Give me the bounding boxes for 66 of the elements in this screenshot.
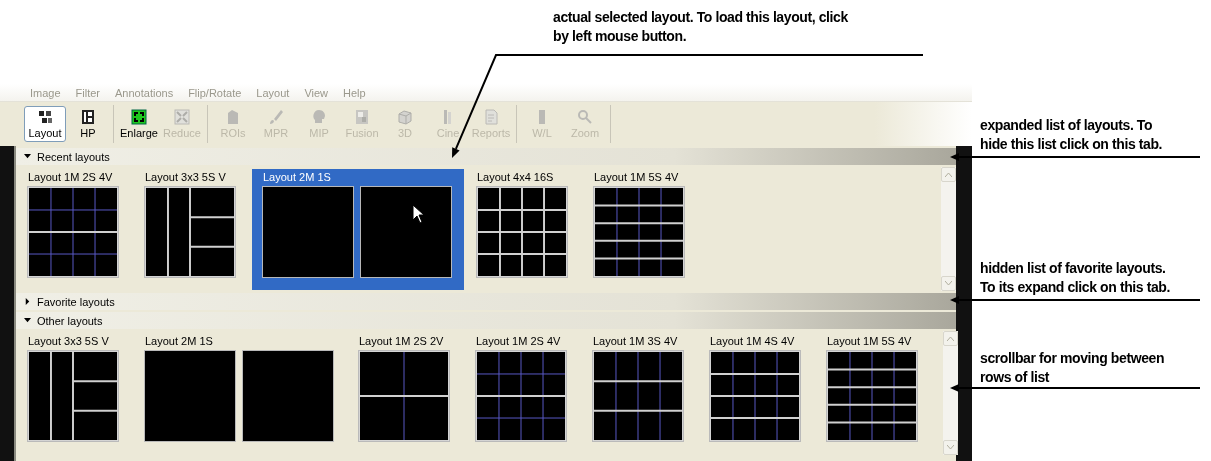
layout-name: Layout 2M 1S bbox=[263, 171, 332, 183]
layout-name: Layout 1M 3S 4V bbox=[593, 335, 679, 347]
menu-item[interactable]: Help bbox=[343, 86, 366, 99]
section-tab[interactable]: Other layouts bbox=[16, 312, 956, 329]
menu-item[interactable]: View bbox=[304, 86, 329, 99]
cursor-icon bbox=[412, 204, 426, 224]
menu-item[interactable]: Layout bbox=[256, 86, 290, 99]
layout-item[interactable]: Layout 2M 1S bbox=[252, 169, 464, 290]
layout-item[interactable]: Layout 3x3 5S V bbox=[27, 333, 135, 442]
layout-name: Layout 1M 5S 4V bbox=[827, 335, 913, 347]
layout-name: Layout 4x4 16S bbox=[477, 171, 555, 183]
reduce-icon bbox=[174, 109, 190, 125]
chevron-up-icon bbox=[947, 336, 954, 341]
layout-item[interactable]: Layout 4x4 16S bbox=[476, 169, 584, 278]
columns-icon bbox=[80, 109, 96, 125]
scrollbar[interactable] bbox=[943, 331, 958, 455]
layout-name: Layout 3x3 5S V bbox=[145, 171, 227, 183]
toolbar-button[interactable]: HP bbox=[67, 106, 109, 142]
layout-name: Layout 2M 1S bbox=[145, 335, 214, 347]
section-tab[interactable]: Recent layouts bbox=[16, 148, 956, 165]
layout-name: Layout 3x3 5S V bbox=[28, 335, 110, 347]
menu-item[interactable]: Flip/Rotate bbox=[188, 86, 242, 99]
shape-icon bbox=[225, 109, 241, 125]
chevron-up-icon bbox=[945, 172, 952, 177]
enlarge-icon bbox=[131, 109, 147, 125]
annotation-text: actual selected layout. To load this layout, click by left mouse button. bbox=[553, 8, 848, 46]
triangle-down-icon bbox=[24, 153, 31, 160]
section-tab[interactable]: Favorite layouts bbox=[16, 293, 956, 310]
layout-name: Layout 1M 2S 2V bbox=[359, 335, 445, 347]
layout-name: Layout 1M 4S 4V bbox=[710, 335, 796, 347]
triangle-right-icon bbox=[24, 298, 31, 305]
annotation-text: scrollbar for moving between rows of list bbox=[980, 349, 1165, 387]
layout-item[interactable]: Layout 1M 2S 4V bbox=[27, 169, 135, 278]
annotation-text: hidden list of favorite layouts. To its expand click on this tab. bbox=[980, 259, 1170, 297]
magnifier-icon bbox=[577, 109, 593, 125]
menu-item[interactable]: Filter bbox=[75, 86, 101, 99]
layout-name: Layout 1M 2S 4V bbox=[28, 171, 114, 183]
scroll-down-button[interactable] bbox=[943, 440, 958, 455]
chevron-down-icon bbox=[947, 445, 954, 450]
brush-icon bbox=[268, 109, 284, 125]
toolbar-button[interactable]: Layout bbox=[24, 106, 66, 142]
layout-name: Layout 1M 2S 4V bbox=[476, 335, 562, 347]
scroll-up-button[interactable] bbox=[941, 167, 956, 182]
menu-item[interactable]: Annotations bbox=[115, 86, 174, 99]
document-icon bbox=[483, 109, 499, 125]
layout-item[interactable]: Layout 2M 1S bbox=[144, 333, 349, 442]
layout-name: Layout 1M 5S 4V bbox=[594, 171, 680, 183]
chevron-down-icon bbox=[945, 281, 952, 286]
annotation-text: expanded list of layouts. To hide this list click on this tab. bbox=[980, 116, 1163, 154]
layout-item[interactable]: Layout 1M 4S 4V bbox=[709, 333, 817, 442]
layout-item[interactable]: Layout 3x3 5S V bbox=[144, 169, 252, 278]
scroll-down-button[interactable] bbox=[941, 276, 956, 291]
layout-item[interactable]: Layout 1M 3S 4V bbox=[592, 333, 700, 442]
head-icon bbox=[311, 109, 327, 125]
scroll-up-button[interactable] bbox=[943, 331, 958, 346]
layout-item[interactable]: Layout 1M 2S 4V bbox=[475, 333, 583, 442]
triangle-down-icon bbox=[24, 317, 31, 324]
menu-item[interactable]: Image bbox=[30, 86, 61, 99]
layers-icon bbox=[354, 109, 370, 125]
cube-icon bbox=[397, 109, 413, 125]
layout-item[interactable]: Layout 1M 5S 4V bbox=[593, 169, 701, 278]
grid-icon bbox=[37, 109, 53, 125]
layout-item[interactable]: Layout 1M 2S 2V bbox=[358, 333, 466, 442]
layout-item[interactable]: Layout 1M 5S 4V bbox=[826, 333, 934, 442]
scrollbar[interactable] bbox=[941, 167, 956, 291]
toolbar-button[interactable]: Enlarge bbox=[118, 106, 160, 142]
